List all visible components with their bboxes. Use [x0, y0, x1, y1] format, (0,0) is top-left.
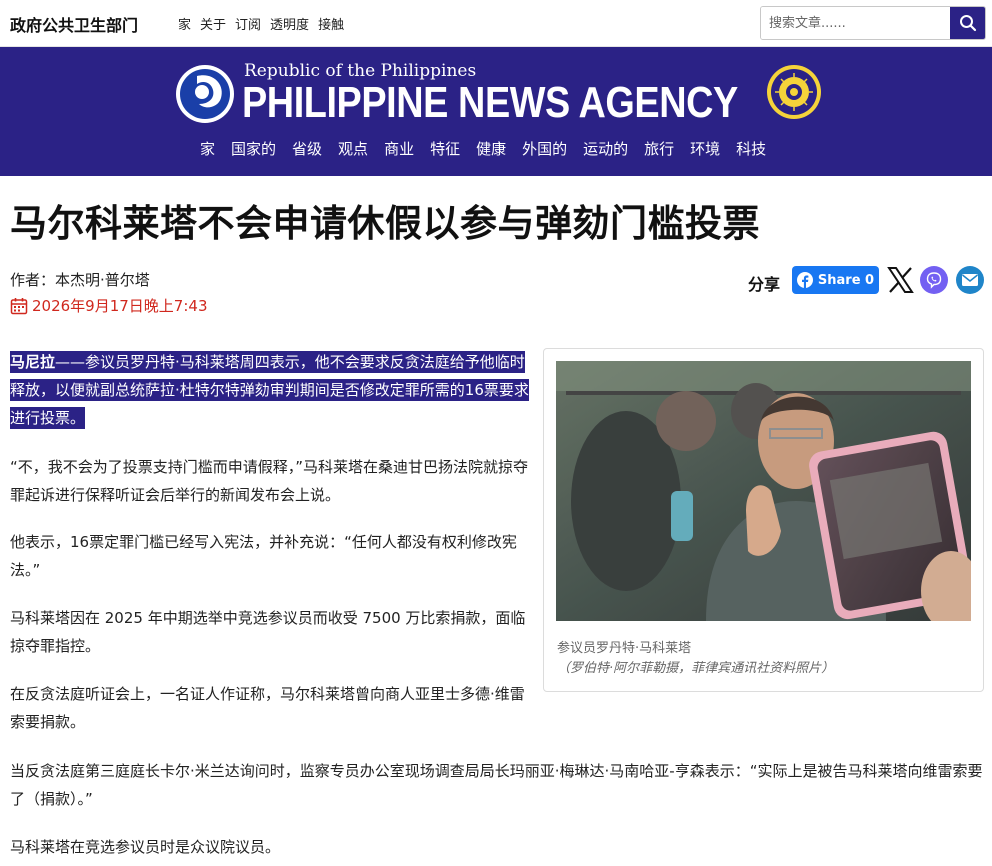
main-nav-travel[interactable]: 旅行: [644, 138, 674, 159]
top-nav-transparency[interactable]: 透明度: [270, 14, 309, 33]
main-nav-health[interactable]: 健康: [476, 138, 506, 159]
main-nav-environment[interactable]: 环境: [690, 138, 720, 159]
share-label: 分享: [748, 275, 781, 294]
main-nav-features[interactable]: 特征: [430, 138, 460, 159]
photo-caption: 参议员罗丹特·马科莱塔 （罗伯特·阿尔菲勒摄，菲律宾通讯社资料照片）: [557, 639, 972, 679]
search-box: [760, 6, 986, 40]
article-paragraph: 马科莱塔在竞选参议员时是众议院议员。: [10, 838, 281, 856]
viber-share-button[interactable]: [920, 266, 948, 294]
search-button[interactable]: [950, 7, 985, 39]
calendar-icon: [10, 297, 28, 314]
pna-logo[interactable]: [175, 64, 235, 124]
viber-icon: [926, 272, 942, 289]
masthead-banner: Republic of the Philippines PHILIPPINE N…: [0, 47, 992, 176]
email-icon: [962, 274, 978, 286]
article-headline: 马尔科莱塔不会申请休假以参与弹劾门槛投票: [10, 202, 760, 245]
facebook-icon: [796, 272, 813, 288]
main-nav: 家 国家的 省级 观点 商业 特征 健康 外国的 运动的 旅行 环境 科技: [200, 138, 782, 159]
article-paragraph: 当反贪法庭第三庭庭长卡尔·米兰达询问时，监察专员办公室现场调查局局长玛丽亚·梅琳…: [10, 762, 983, 808]
article-figure: 参议员罗丹特·马科莱塔 （罗伯特·阿尔菲勒摄，菲律宾通讯社资料照片）: [543, 348, 984, 692]
article-paragraph: 他表示，16票定罪门槛已经写入宪法，并补充说：“任何人都没有权利修改宪法。”: [10, 533, 517, 579]
photo-caption-name: 参议员罗丹特·马科莱塔: [557, 641, 692, 656]
photo-caption-credit: （罗伯特·阿尔菲勒摄，菲律宾通讯社资料照片）: [557, 661, 835, 676]
lead-text: ——参议员罗丹特·马科莱塔周四表示，他不会要求反贪法庭给予他临时释放，以便就副总…: [10, 353, 529, 427]
main-nav-opinion[interactable]: 观点: [338, 138, 368, 159]
top-nav-contact[interactable]: 接触: [318, 14, 344, 33]
facebook-share-label: Share 0: [817, 272, 875, 288]
article-paragraph: 马科莱塔因在 2025 年中期选举中竞选参议员而收受 7500 万比索捐款，面临…: [10, 609, 526, 655]
top-nav-home[interactable]: 家: [178, 14, 191, 33]
top-nav-subscribe[interactable]: 订阅: [235, 14, 261, 33]
top-nav: 家 关于 订阅 透明度 接触: [178, 14, 344, 33]
article-paragraph: “不，我不会为了投票支持门槛而申请假释，”马科莱塔在桑迪甘巴扬法院就掠夺罪起诉进…: [10, 458, 529, 504]
lead-place: 马尼拉: [10, 353, 56, 371]
article-date-text: 2026年9月17日晚上7:43: [32, 297, 208, 315]
top-nav-about[interactable]: 关于: [200, 14, 226, 33]
article-date: 2026年9月17日晚上7:43: [10, 295, 208, 316]
email-share-button[interactable]: [956, 266, 984, 294]
article-paragraph: 在反贪法庭听证会上，一名证人作证称，马尔科莱塔曾向商人亚里士多德·维雷索要捐款。: [10, 685, 525, 731]
main-nav-business[interactable]: 商业: [384, 138, 414, 159]
seal-logo: [767, 65, 821, 119]
lead-paragraph: 马尼拉——参议员罗丹特·马科莱塔周四表示，他不会要求反贪法庭给予他临时释放，以便…: [10, 348, 530, 432]
search-icon: [959, 15, 976, 32]
main-nav-foreign[interactable]: 外国的: [522, 138, 567, 159]
top-bar: 政府公共卫生部门 家 关于 订阅 透明度 接触: [0, 0, 992, 47]
main-nav-provincial[interactable]: 省级: [292, 138, 322, 159]
article-photo[interactable]: [556, 361, 971, 621]
main-nav-national[interactable]: 国家的: [231, 138, 276, 159]
site-name[interactable]: 政府公共卫生部门: [10, 12, 138, 36]
x-icon[interactable]: [887, 266, 914, 294]
agency-name[interactable]: PHILIPPINE NEWS AGENCY: [242, 78, 738, 128]
article-author: 作者：本杰明·普尔塔: [10, 271, 150, 289]
main-nav-sports[interactable]: 运动的: [583, 138, 628, 159]
facebook-share-button[interactable]: Share 0: [792, 266, 879, 294]
main-nav-home[interactable]: 家: [200, 138, 215, 159]
search-input[interactable]: [761, 7, 951, 39]
main-nav-technology[interactable]: 科技: [736, 138, 766, 159]
